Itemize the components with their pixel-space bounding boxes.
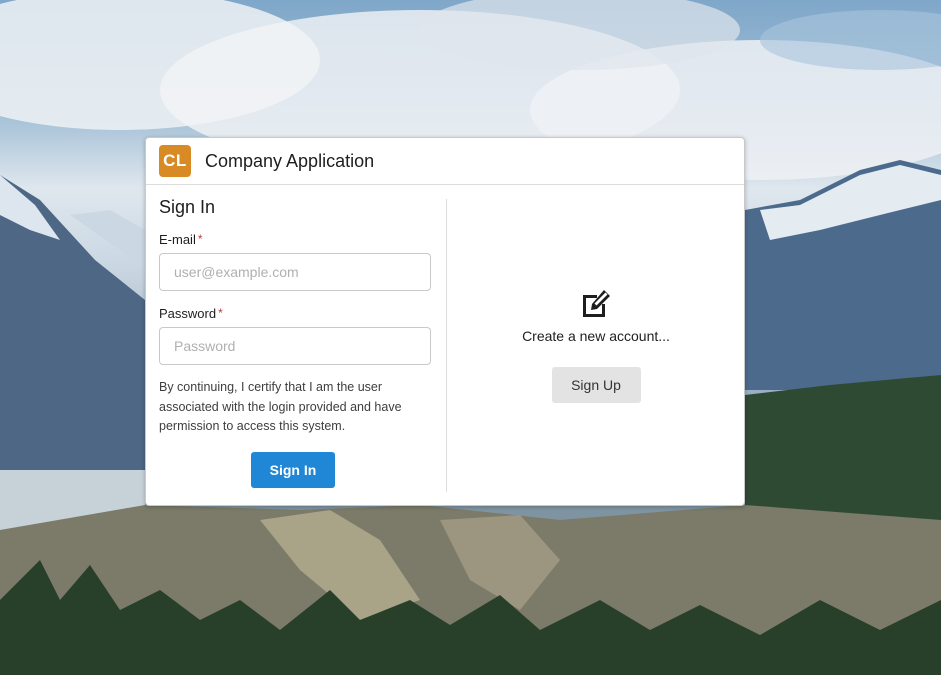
- signin-heading: Sign In: [159, 197, 216, 217]
- app-title: Company Application: [205, 150, 375, 171]
- password-label: Password *: [159, 306, 432, 321]
- card-body: Sign In E-mail* Password* By continuing,…: [146, 185, 744, 506]
- signin-panel: Sign In E-mail* Password* By continuing,…: [159, 185, 432, 488]
- sign-in-button[interactable]: Sign In: [251, 451, 335, 488]
- login-card: CL Company Application Sign In E-mail* P…: [145, 137, 745, 506]
- required-marker: *: [218, 306, 223, 320]
- email-label: E-mail *: [159, 232, 432, 247]
- password-label-text: Password: [159, 306, 217, 321]
- email-label-text: E-mail: [159, 232, 196, 247]
- card-header: CL Company Application: [146, 138, 744, 185]
- company-logo: CL: [159, 145, 191, 177]
- sign-up-button[interactable]: Sign Up: [551, 367, 641, 403]
- edit-icon: [579, 287, 613, 321]
- required-marker: *: [197, 232, 203, 246]
- password-field[interactable]: [159, 327, 431, 365]
- signup-panel: Create a new account... Sign Up: [447, 185, 745, 403]
- create-account-prompt: Create a new account...: [522, 328, 670, 344]
- disclaimer-text: By continuing, I certify that I am the u…: [159, 380, 402, 433]
- email-field[interactable]: [159, 253, 431, 291]
